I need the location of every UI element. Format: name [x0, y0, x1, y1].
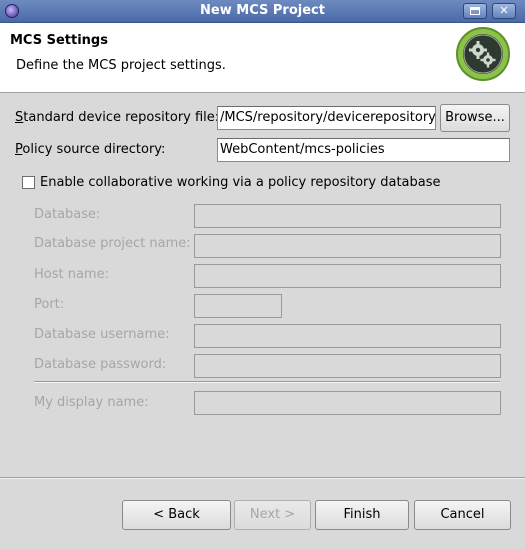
- finish-button[interactable]: Finish: [315, 500, 409, 530]
- policy-dir-label-text: olicy source directory:: [22, 142, 166, 157]
- db-fields-separator: [34, 381, 500, 383]
- port-input[interactable]: [194, 294, 282, 318]
- browse-button[interactable]: Browse...: [440, 104, 510, 132]
- collab-checkbox[interactable]: [22, 176, 35, 189]
- host-name-label: Host name:: [34, 267, 109, 282]
- collab-checkbox-label[interactable]: Enable collaborative working via a polic…: [40, 175, 441, 190]
- db-password-input[interactable]: [194, 354, 501, 378]
- cancel-button[interactable]: Cancel: [414, 500, 511, 530]
- maximize-icon: [470, 7, 480, 15]
- repo-file-label: Standard device repository file:: [15, 110, 220, 125]
- policy-dir-input[interactable]: WebContent/mcs-policies: [217, 138, 510, 162]
- mcs-gear-logo-icon: [456, 27, 510, 81]
- back-button[interactable]: < Back: [122, 500, 231, 530]
- button-bar-separator: [0, 477, 525, 479]
- close-icon: ✕: [499, 4, 509, 17]
- display-name-input[interactable]: [194, 391, 501, 415]
- repo-file-input[interactable]: /MCS/repository/devicerepository/c: [217, 106, 436, 130]
- db-project-label: Database project name:: [34, 236, 191, 251]
- next-button[interactable]: Next >: [234, 500, 311, 530]
- wizard-header: MCS Settings Define the MCS project sett…: [0, 23, 525, 93]
- repo-file-label-text: tandard device repository file:: [23, 110, 220, 125]
- port-label: Port:: [34, 297, 65, 312]
- window-title: New MCS Project: [200, 3, 325, 18]
- display-name-label: My display name:: [34, 395, 149, 410]
- db-username-input[interactable]: [194, 324, 501, 348]
- maximize-button[interactable]: [463, 3, 487, 19]
- db-password-label: Database password:: [34, 357, 167, 372]
- database-label: Database:: [34, 207, 101, 222]
- host-name-input[interactable]: [194, 264, 501, 288]
- policy-dir-label: Policy source directory:: [15, 142, 166, 157]
- db-project-input[interactable]: [194, 234, 501, 258]
- title-bar[interactable]: New MCS Project ✕: [0, 0, 525, 23]
- db-username-label: Database username:: [34, 327, 170, 342]
- page-description: Define the MCS project settings.: [16, 58, 226, 73]
- page-title: MCS Settings: [10, 33, 108, 48]
- close-button[interactable]: ✕: [492, 3, 516, 19]
- database-input[interactable]: [194, 204, 501, 228]
